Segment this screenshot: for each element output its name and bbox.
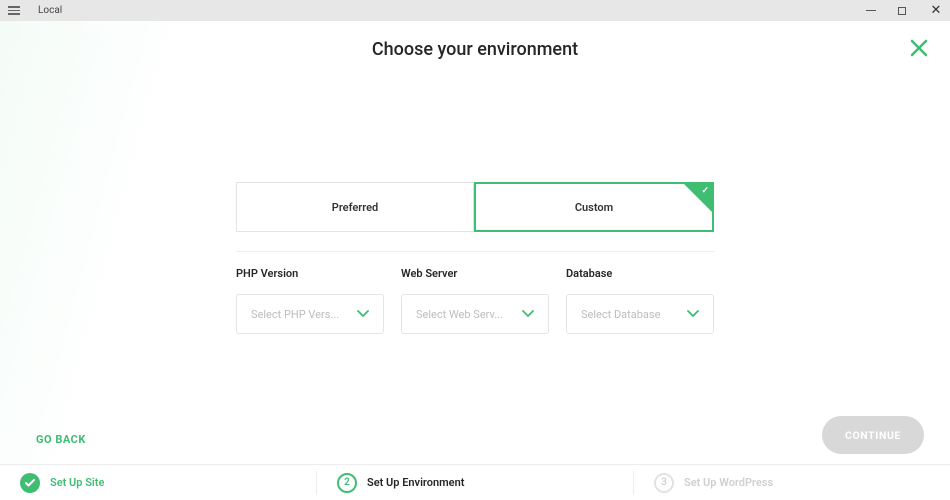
- step-setup-site[interactable]: Set Up Site: [0, 473, 316, 493]
- web-server-label: Web Server: [401, 267, 549, 280]
- continue-button[interactable]: CONTINUE: [822, 416, 924, 454]
- database-label: Database: [566, 267, 714, 280]
- chevron-down-icon: [522, 310, 534, 318]
- database-placeholder: Select Database: [581, 308, 660, 321]
- close-icon[interactable]: [910, 39, 928, 61]
- step-label: Set Up Environment: [367, 476, 464, 489]
- chevron-down-icon: [357, 310, 369, 318]
- step-label: Set Up Site: [50, 476, 104, 489]
- php-version-placeholder: Select PHP Vers...: [251, 308, 339, 321]
- menu-icon[interactable]: [8, 6, 20, 15]
- step-check-icon: [20, 473, 40, 493]
- web-server-select[interactable]: Select Web Serv...: [401, 294, 549, 334]
- window-minimize-button[interactable]: [866, 10, 878, 11]
- go-back-button[interactable]: GO BACK: [36, 433, 86, 446]
- stepper: Set Up Site 2 Set Up Environment 3 Set U…: [0, 464, 950, 500]
- database-select[interactable]: Select Database: [566, 294, 714, 334]
- step-setup-environment[interactable]: 2 Set Up Environment: [317, 473, 633, 493]
- main-content: Choose your environment Preferred ✓ Cust…: [0, 21, 950, 464]
- config-row: PHP Version Select PHP Vers... Web Serve…: [236, 267, 714, 334]
- environment-segmented-control: Preferred ✓ Custom: [236, 182, 714, 232]
- option-custom-label: Custom: [575, 201, 613, 214]
- divider: [236, 251, 714, 252]
- option-preferred-label: Preferred: [332, 201, 378, 214]
- check-icon: ✓: [701, 186, 709, 196]
- step-number: 3: [654, 473, 674, 493]
- page-title: Choose your environment: [0, 21, 950, 60]
- php-version-label: PHP Version: [236, 267, 384, 280]
- app-name: Local: [38, 5, 62, 16]
- web-server-placeholder: Select Web Serv...: [416, 308, 503, 321]
- chevron-down-icon: [687, 310, 699, 318]
- step-setup-wordpress[interactable]: 3 Set Up WordPress: [634, 473, 950, 493]
- window-close-button[interactable]: ✕: [930, 3, 942, 18]
- php-version-select[interactable]: Select PHP Vers...: [236, 294, 384, 334]
- option-preferred[interactable]: Preferred: [236, 182, 474, 232]
- window-maximize-button[interactable]: [898, 7, 910, 15]
- step-number: 2: [337, 473, 357, 493]
- option-custom[interactable]: ✓ Custom: [474, 182, 714, 232]
- step-label: Set Up WordPress: [684, 476, 773, 489]
- titlebar: Local ✕: [0, 0, 950, 21]
